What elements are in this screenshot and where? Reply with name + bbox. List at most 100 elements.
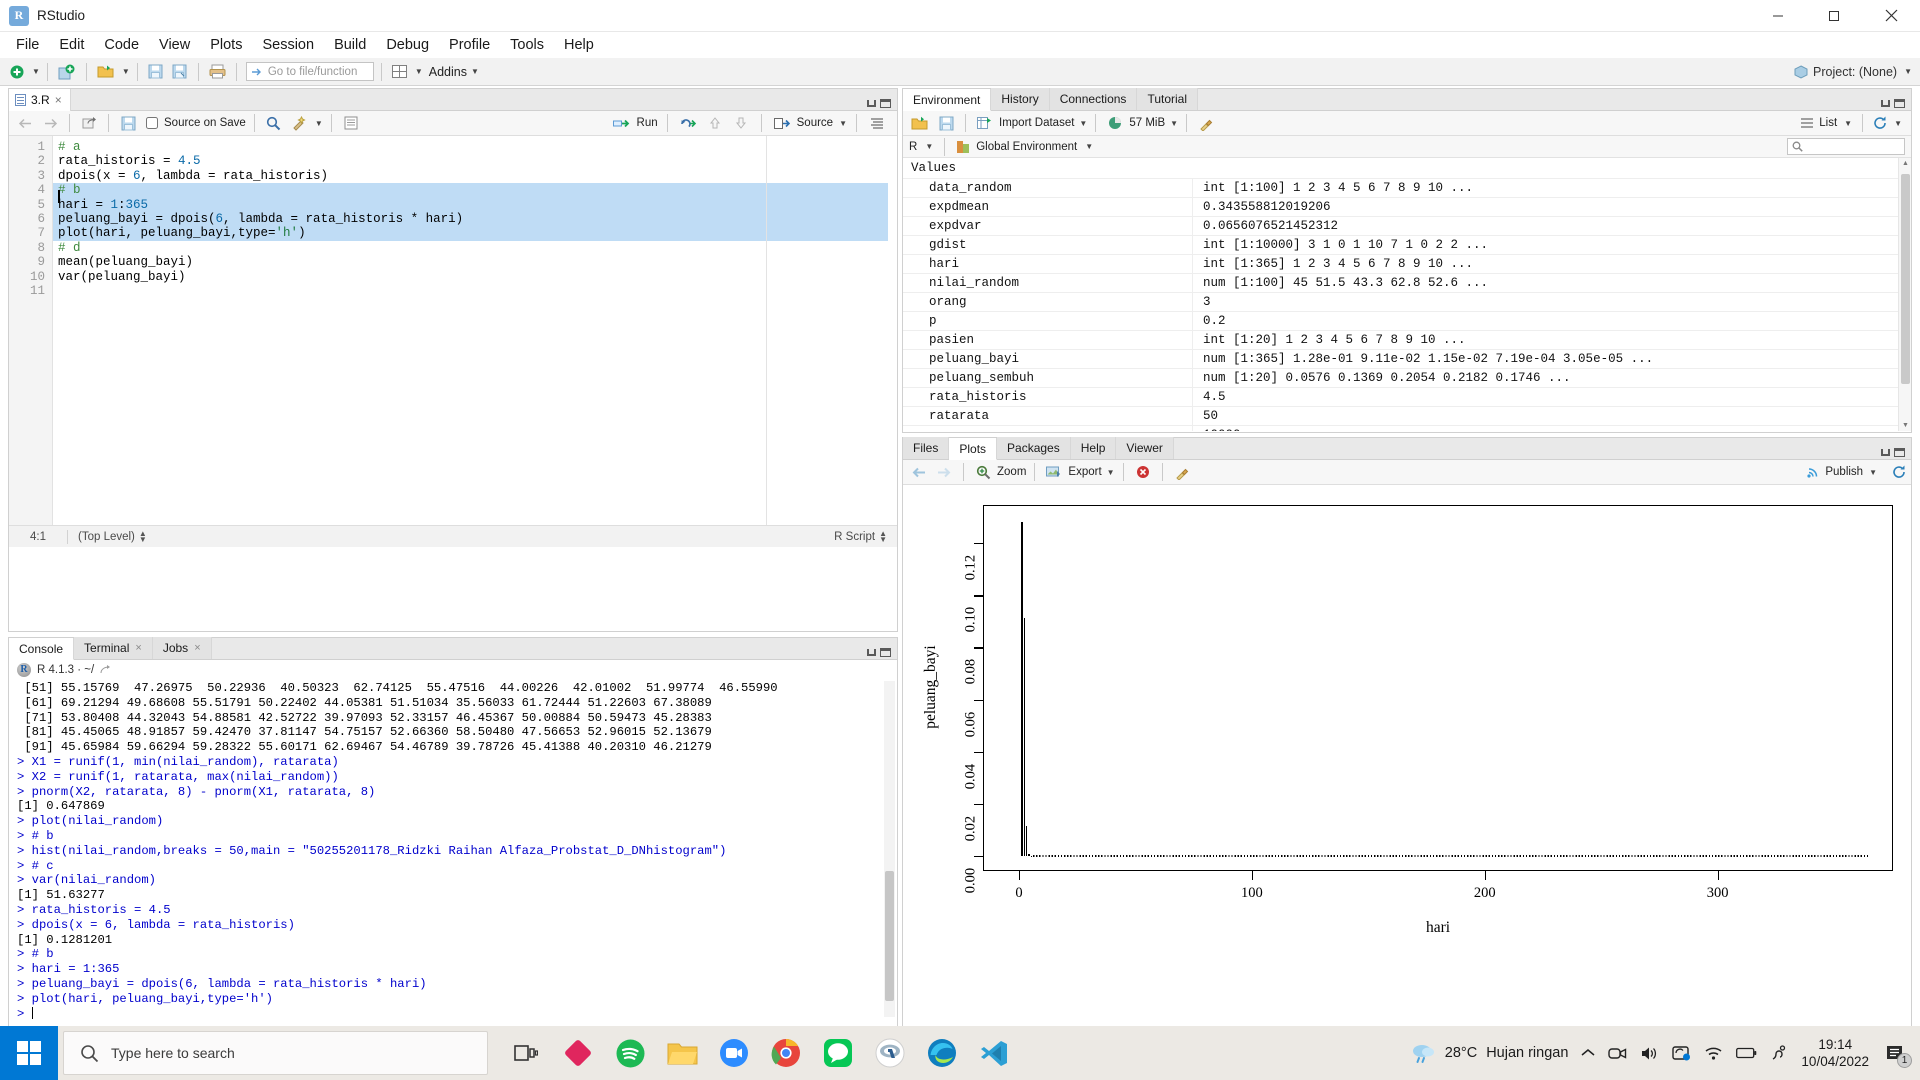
console-scrollbar[interactable] [884, 681, 895, 1017]
maximize-pane-icon[interactable] [1894, 99, 1905, 108]
code-line[interactable] [53, 284, 897, 298]
code-tools-icon[interactable] [288, 112, 310, 134]
scroll-down-icon[interactable]: ▼ [1902, 422, 1909, 429]
list-view-caret-icon[interactable]: ▼ [1844, 119, 1852, 128]
code-line[interactable]: # b [53, 183, 888, 198]
outline-toggle-icon[interactable] [866, 112, 888, 134]
code-lines[interactable]: # a rata_historis = 4.5 dpois(x = 6, lambd… [53, 136, 897, 525]
app-explorer-icon[interactable] [658, 1029, 706, 1077]
list-view-icon[interactable] [1800, 117, 1814, 129]
memory-usage-icon[interactable] [1104, 112, 1126, 134]
app-diamond-icon[interactable] [554, 1029, 602, 1077]
clear-plots-icon[interactable] [1171, 461, 1193, 483]
env-minmax[interactable] [1881, 99, 1905, 108]
remove-plot-icon[interactable] [1132, 461, 1154, 483]
close-icon[interactable]: × [55, 93, 62, 107]
plots-minmax[interactable] [1881, 448, 1905, 457]
environment-row[interactable]: nilai_random num [1:100] 45 51.5 43.3 62.… [903, 274, 1911, 293]
console-scroll-thumb[interactable] [885, 871, 894, 1001]
load-workspace-icon[interactable] [908, 112, 932, 134]
project-caret-icon[interactable]: ▼ [1904, 67, 1912, 76]
addins-caret-icon[interactable]: ▼ [471, 67, 479, 76]
memory-usage-label[interactable]: 57 MiB [1129, 117, 1165, 129]
environment-row[interactable]: expdmean 0.343558812019206 [903, 198, 1911, 217]
find-replace-icon[interactable] [263, 112, 285, 134]
goto-file-function-input[interactable]: Go to file/function [245, 62, 374, 81]
import-caret-icon[interactable]: ▼ [1079, 119, 1087, 128]
maximize-pane-icon[interactable] [1894, 448, 1905, 457]
env-language-caret-icon[interactable]: ▼ [925, 142, 933, 151]
app-spotify-icon[interactable] [606, 1029, 654, 1077]
refresh-caret-icon[interactable]: ▼ [1894, 119, 1902, 128]
show-in-new-window-icon[interactable] [78, 112, 100, 134]
menu-file[interactable]: File [6, 34, 49, 56]
plots-tab-help[interactable]: Help [1070, 437, 1117, 459]
export-plot-icon[interactable] [1043, 461, 1065, 483]
source-icon[interactable] [771, 112, 793, 134]
menu-plots[interactable]: Plots [200, 34, 252, 56]
publish-caret-icon[interactable]: ▼ [1869, 468, 1877, 477]
scroll-up-icon[interactable]: ▲ [1902, 160, 1909, 167]
environment-list[interactable]: Values data_random int [1:100] 1 2 3 4 5 … [903, 158, 1911, 431]
minimize-pane-icon[interactable] [1881, 449, 1890, 456]
environment-row[interactable]: p 0.2 [903, 312, 1911, 331]
console-tab-console[interactable]: Console [9, 638, 75, 660]
plots-tab-packages[interactable]: Packages [997, 437, 1071, 459]
plots-tab-viewer[interactable]: Viewer [1116, 437, 1174, 459]
app-chrome-alt-icon[interactable] [762, 1029, 810, 1077]
minimize-pane-icon[interactable] [1881, 100, 1890, 107]
menu-view[interactable]: View [149, 34, 200, 56]
task-view-icon[interactable] [502, 1029, 550, 1077]
environment-row[interactable]: orang 3 [903, 293, 1911, 312]
environment-tab-connections[interactable]: Connections [1049, 88, 1138, 110]
forward-arrow-icon[interactable] [39, 112, 61, 134]
save-all-icon[interactable] [169, 61, 191, 83]
code-line[interactable]: plot(hari, peluang_bayi,type='h') [53, 226, 888, 241]
environment-row[interactable]: peluang_sembuh num [1:20] 0.0576 0.1369 0… [903, 369, 1911, 388]
close-button[interactable] [1862, 0, 1920, 32]
new-project-icon[interactable] [55, 61, 79, 83]
battery-icon[interactable] [1736, 1046, 1757, 1060]
menu-help[interactable]: Help [554, 34, 604, 56]
plots-tab-plots[interactable]: Plots [949, 438, 998, 460]
panes-caret-icon[interactable]: ▼ [415, 67, 423, 76]
code-line[interactable]: rata_historis = 4.5 [53, 154, 897, 168]
import-dataset-label[interactable]: Import Dataset [999, 117, 1074, 129]
menu-debug[interactable]: Debug [376, 34, 439, 56]
save-icon[interactable] [145, 61, 167, 83]
previous-plot-icon[interactable] [908, 461, 930, 483]
menu-profile[interactable]: Profile [439, 34, 500, 56]
volume-icon[interactable] [1640, 1045, 1659, 1062]
taskbar-clock[interactable]: 19:14 10/04/2022 [1801, 1036, 1869, 1070]
document-outline-icon[interactable] [340, 112, 362, 134]
minimize-pane-icon[interactable] [867, 649, 876, 656]
save-source-icon[interactable] [117, 112, 139, 134]
console-minmax[interactable] [867, 648, 891, 657]
menu-code[interactable]: Code [94, 34, 149, 56]
app-zoom-icon[interactable] [710, 1029, 758, 1077]
env-language-label[interactable]: R [909, 141, 917, 153]
zoom-plot-label[interactable]: Zoom [997, 466, 1026, 478]
console-tab-jobs[interactable]: Jobs × [152, 637, 212, 659]
code-scope-selector[interactable]: (Top Level) ▲ ▼ [68, 529, 147, 543]
minimize-button[interactable] [1750, 0, 1806, 32]
source-minmax[interactable] [867, 99, 891, 108]
export-caret-icon[interactable]: ▼ [1107, 468, 1115, 477]
minimize-pane-icon[interactable] [867, 100, 876, 107]
environment-tab-history[interactable]: History [991, 88, 1050, 110]
menu-session[interactable]: Session [252, 34, 324, 56]
save-workspace-icon[interactable] [935, 112, 957, 134]
environment-row[interactable]: pasien int [1:20] 1 2 3 4 5 6 7 8 9 10 ..… [903, 331, 1911, 350]
open-file-icon[interactable] [94, 61, 118, 83]
environment-row[interactable]: rata_historis 4.5 [903, 388, 1911, 407]
code-line[interactable]: # a [53, 140, 897, 154]
environment-row[interactable]: expdvar 0.0656076521452312 [903, 217, 1911, 236]
environment-row[interactable]: data_random int [1:100] 1 2 3 4 5 6 7 8 9… [903, 179, 1911, 198]
code-line[interactable]: peluang_bayi = dpois(6, lambda = rata_hi… [53, 211, 888, 227]
import-dataset-icon[interactable] [974, 112, 996, 134]
maximize-pane-icon[interactable] [880, 648, 891, 657]
close-icon[interactable]: × [135, 642, 141, 654]
memory-caret-icon[interactable]: ▼ [1170, 119, 1178, 128]
weather-widget[interactable]: 28°C Hujan ringan [1410, 1042, 1568, 1064]
next-chunk-icon[interactable] [730, 112, 752, 134]
